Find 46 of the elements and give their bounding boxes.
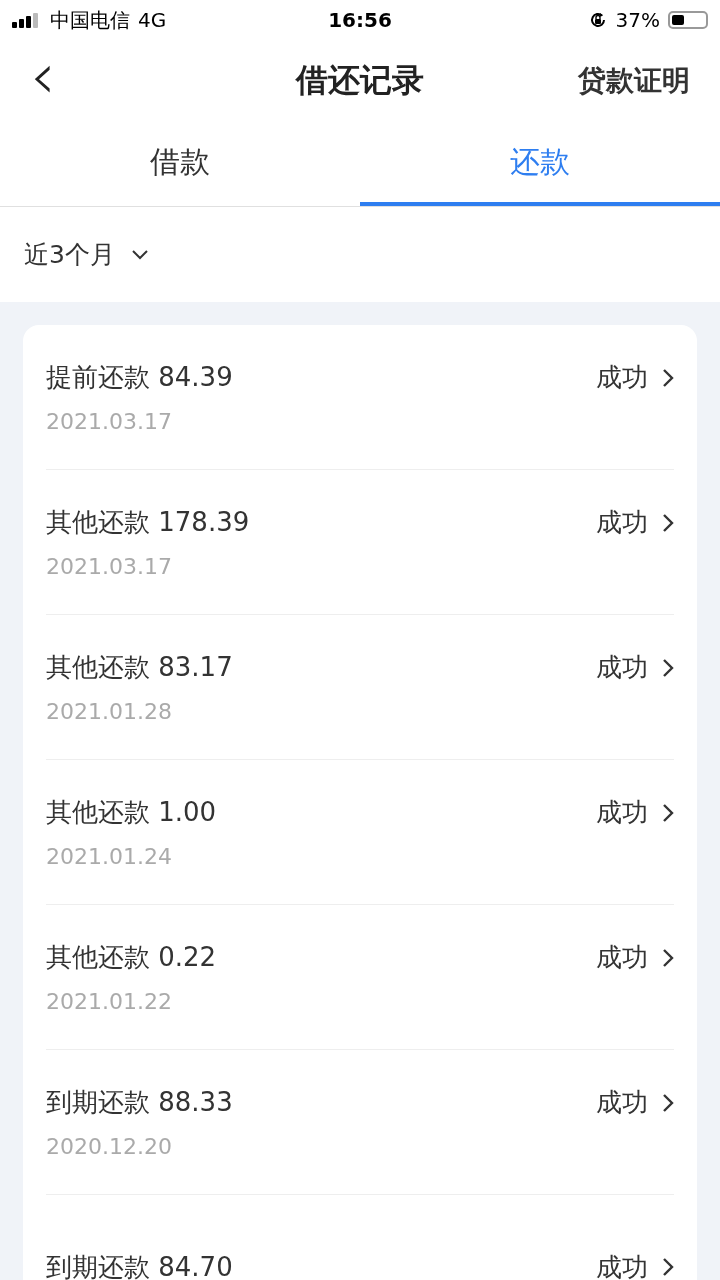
chevron-right-icon: [662, 947, 674, 968]
record-status: 成功: [596, 361, 648, 394]
record-title: 其他还款 178.39: [46, 506, 251, 539]
chevron-right-icon: [662, 367, 674, 388]
record-date: 2021.03.17: [46, 409, 172, 434]
chevron-right-icon: [662, 802, 674, 823]
page-title: 借还记录: [296, 60, 424, 101]
record-date: 2021.01.22: [46, 989, 172, 1014]
record-date: 2021.01.24: [46, 844, 172, 869]
loan-certificate-link[interactable]: 贷款证明: [578, 62, 690, 100]
record-status: 成功: [596, 651, 648, 684]
record-row[interactable]: 其他还款 83.17 成功 2021.01.28: [46, 615, 674, 760]
record-title: 其他还款 0.22: [46, 941, 218, 974]
chevron-right-icon: [662, 1257, 674, 1277]
record-row[interactable]: 提前还款 84.39 成功 2021.03.17: [46, 325, 674, 470]
period-dropdown[interactable]: 近3个月: [24, 238, 149, 271]
back-button[interactable]: ‹: [20, 44, 66, 118]
record-row[interactable]: 到期还款 84.70 成功: [46, 1195, 674, 1280]
record-date: 2021.01.28: [46, 699, 172, 724]
record-date: 2020.12.20: [46, 1134, 172, 1159]
record-title: 其他还款 1.00: [46, 796, 218, 829]
record-title: 到期还款 88.33: [46, 1086, 234, 1119]
caret-icon: [130, 249, 149, 260]
record-title: 到期还款 84.70: [46, 1250, 234, 1280]
clock: 16:56: [328, 8, 392, 32]
record-row[interactable]: 到期还款 88.33 成功 2020.12.20: [46, 1050, 674, 1195]
tab[interactable]: 还款: [360, 122, 720, 206]
record-row[interactable]: 其他还款 1.00 成功 2021.01.24: [46, 760, 674, 905]
battery-icon: [668, 11, 708, 29]
record-date: 2021.03.17: [46, 554, 172, 579]
record-status: 成功: [596, 1086, 648, 1119]
network-type: 4G: [138, 8, 167, 32]
record-title: 提前还款 84.39: [46, 361, 234, 394]
record-status: 成功: [596, 796, 648, 829]
record-status: 成功: [596, 506, 648, 539]
record-title: 其他还款 83.17: [46, 651, 234, 684]
chevron-right-icon: [662, 512, 674, 533]
carrier-name: 中国电信: [50, 6, 130, 34]
record-status: 成功: [596, 941, 648, 974]
record-row[interactable]: 其他还款 0.22 成功 2021.01.22: [46, 905, 674, 1050]
chevron-right-icon: [662, 657, 674, 678]
record-row[interactable]: 其他还款 178.39 成功 2021.03.17: [46, 470, 674, 615]
record-status: 成功: [596, 1250, 648, 1280]
chevron-right-icon: [662, 1092, 674, 1113]
tab[interactable]: 借款: [0, 122, 360, 206]
battery-percent: 37%: [615, 8, 660, 32]
